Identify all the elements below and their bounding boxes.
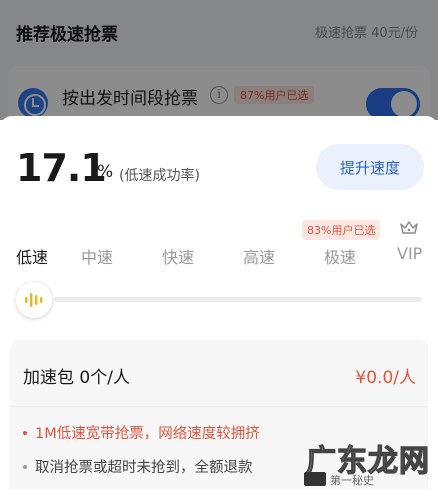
tab-low-speed[interactable]: 低速 xyxy=(16,244,48,268)
success-rate-value: 17.1 xyxy=(16,146,107,190)
bullet-text: 取消抢票或超时未抢到，全额退款 xyxy=(35,460,253,476)
crown-icon xyxy=(400,221,418,234)
tab-medium-speed[interactable]: 中速 xyxy=(81,244,113,268)
success-rate-unit: % xyxy=(97,162,114,182)
speed-slider-thumb[interactable] xyxy=(16,282,52,318)
speed-tier-tabs: 低速 中速 快速 高速 极速 VIP xyxy=(0,240,438,270)
list-item: 1M低速宽带抢票，网络速度较拥挤 xyxy=(23,422,260,443)
tab-vip[interactable]: VIP xyxy=(397,244,422,263)
tab-fast-speed[interactable]: 快速 xyxy=(162,244,194,268)
tier-popularity-badge: 83%用户已选 xyxy=(302,220,381,240)
signal-bars-icon xyxy=(25,293,43,307)
modal-overlay[interactable] xyxy=(0,0,438,120)
list-item: 取消抢票或超时未抢到，全额退款 xyxy=(23,456,253,477)
divider xyxy=(10,406,428,407)
tab-high-speed[interactable]: 高速 xyxy=(243,244,275,268)
watermark: 广东龙网 第一秘史 xyxy=(300,436,438,489)
tab-extreme-speed[interactable]: 极速 xyxy=(324,244,356,268)
bullet-text: 1M低速宽带抢票，网络速度较拥挤 xyxy=(35,426,260,442)
speed-pack-title: 加速包 0个/人 xyxy=(23,368,130,388)
speed-selection-sheet: 17.1 % (低速成功率) 提升速度 83%用户已选 低速 中速 快速 高速 … xyxy=(0,116,438,489)
speed-slider-track[interactable] xyxy=(54,297,422,302)
watermark-logo-icon xyxy=(304,472,326,486)
bullet-dot xyxy=(23,431,27,435)
success-rate-caption: (低速成功率) xyxy=(119,168,200,184)
boost-speed-button[interactable]: 提升速度 xyxy=(316,144,424,190)
watermark-subtext: 第一秘史 xyxy=(330,474,374,487)
bullet-dot xyxy=(23,465,27,469)
speed-pack-price: ¥0.0/人 xyxy=(355,368,416,388)
